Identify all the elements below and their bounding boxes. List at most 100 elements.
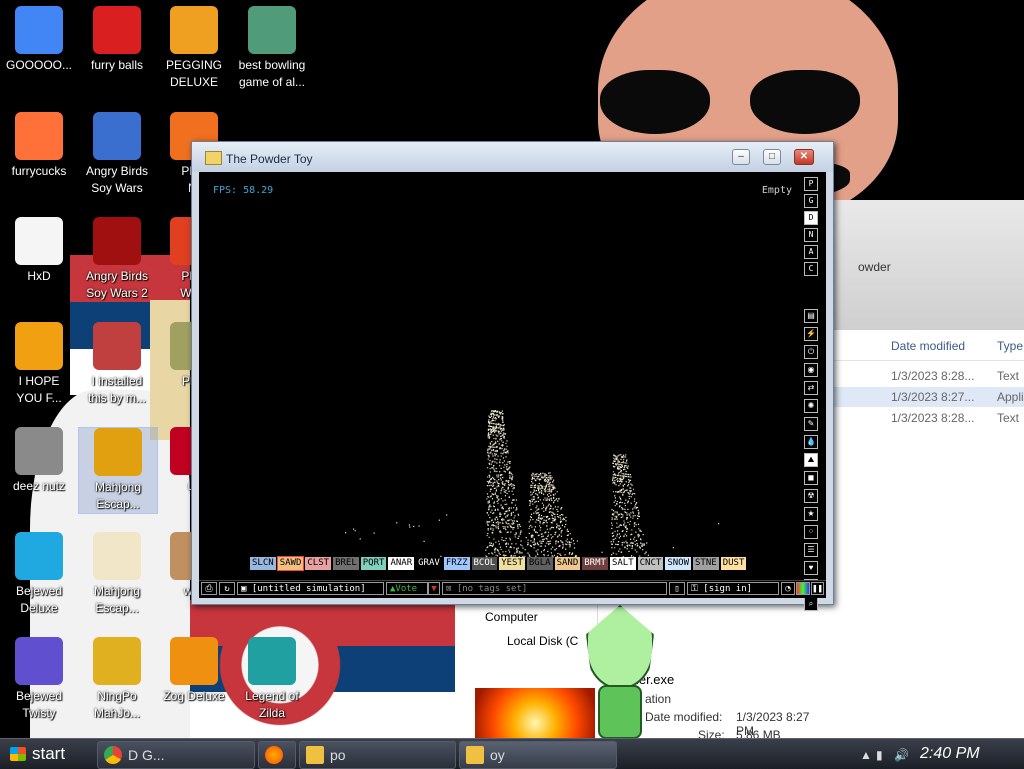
column-type[interactable]: Type <box>997 339 1023 353</box>
volume-icon[interactable]: 🔊 <box>894 748 909 762</box>
display-button-n[interactable]: N <box>804 228 818 242</box>
powder-toy-titlebar[interactable]: The Powder Toy – □ ✕ <box>192 142 833 172</box>
taskbar-item-explorer[interactable]: po <box>299 741 456 769</box>
explosives-category-icon[interactable]: ✺ <box>804 399 818 413</box>
clock[interactable]: 2:40 PM <box>920 739 980 769</box>
maximize-button[interactable]: □ <box>763 149 781 165</box>
element-clst[interactable]: CLST <box>305 557 332 570</box>
special-category-icon[interactable]: ★ <box>804 507 818 521</box>
options-icon[interactable]: ▯ <box>669 582 685 595</box>
column-date-modified[interactable]: Date modified <box>891 339 965 353</box>
element-brel[interactable]: BREL <box>333 557 359 570</box>
taskbar-item-chrome[interactable]: D G... <box>97 741 255 769</box>
element-sand[interactable]: SAND <box>554 557 581 570</box>
zog-deluxe-desktop-shortcut[interactable]: Zog Deluxe <box>155 637 233 705</box>
element-slcn[interactable]: SLCN <box>250 557 276 570</box>
element-sawd[interactable]: SAWD <box>276 556 305 571</box>
taskbar-item-firefox[interactable] <box>258 741 296 769</box>
tag-button[interactable]: ⊠ [no tags set] <box>442 582 667 595</box>
mahjong-escape-icon <box>94 428 142 476</box>
element-yest[interactable]: YEST <box>499 557 525 570</box>
render-options-icon[interactable] <box>796 582 810 595</box>
walls-category-icon[interactable]: ▤ <box>804 309 818 323</box>
element-dust[interactable]: DUST <box>720 557 747 570</box>
bejeweled-deluxe-desktop-shortcut[interactable]: Bejewed Deluxe <box>0 532 78 617</box>
gases-category-icon[interactable]: ✎ <box>804 417 818 431</box>
element-frzz[interactable]: FRZZ <box>443 557 470 570</box>
vote-up-button[interactable]: ▲Vote <box>386 582 428 595</box>
pause-button[interactable]: ❚❚ <box>811 582 824 595</box>
close-button[interactable]: ✕ <box>794 149 814 165</box>
save-simulation-button[interactable]: ▣ [untitled simulation] <box>237 582 384 595</box>
taskbar-item-powder-toy[interactable]: oy <box>459 741 617 769</box>
file-row[interactable]: 1/3/2023 8:27... Appli <box>830 387 1024 407</box>
sensors-category-icon[interactable]: ◉ <box>804 363 818 377</box>
element-brmt[interactable]: BRMT <box>582 557 608 570</box>
explorer-breadcrumb[interactable]: owder <box>858 260 891 274</box>
legend-zilda-desktop-shortcut[interactable]: Legend of Zilda <box>233 637 311 722</box>
element-cnct[interactable]: CNCT <box>637 557 664 570</box>
file-row[interactable]: 1/3/2023 8:28... Text <box>830 408 1024 428</box>
installed-icon <box>93 322 141 370</box>
element-snow[interactable]: SNOW <box>665 557 691 570</box>
network-icon[interactable]: ▮ <box>876 748 883 762</box>
file-row[interactable]: 1/3/2023 8:28... Text <box>830 366 1024 386</box>
bowling-desktop-shortcut[interactable]: best bowling game of al... <box>233 6 311 91</box>
furry-balls-desktop-shortcut[interactable]: furry balls <box>78 6 156 74</box>
display-button-g[interactable]: G <box>804 194 818 208</box>
favorites-category-icon[interactable]: ♥ <box>804 561 818 575</box>
element-bcol[interactable]: BCOL <box>471 557 498 570</box>
show-hidden-icons[interactable]: ▲ <box>860 748 872 762</box>
sign-in-label: [sign in] <box>703 584 753 594</box>
element-stne[interactable]: STNE <box>693 557 719 570</box>
start-button[interactable]: start <box>0 739 90 769</box>
firefox-desktop-shortcut[interactable]: furrycucks <box>0 112 78 180</box>
display-button-c[interactable]: C <box>804 262 818 276</box>
desktop-icon-label: Bejewed Twisty <box>15 689 63 720</box>
life-category-icon[interactable]: ⁘ <box>804 525 818 539</box>
open-save-icon[interactable]: ⎙ <box>201 582 217 595</box>
explorer-header: owder <box>830 200 1024 330</box>
desktop-icon-label: HxD <box>27 269 51 283</box>
desktop-icon-label: furrycucks <box>11 164 67 178</box>
simulation-canvas[interactable]: FPS: 58.29 Empty PGDNAC ▤ ⚡ ⏻ ◉ ⇄ ✺ ✎ 💧 … <box>199 172 826 611</box>
minimize-button[interactable]: – <box>732 149 750 165</box>
angry-birds-2-desktop-shortcut[interactable]: Angry Birds Soy Wars 2 <box>78 217 156 302</box>
display-mode-buttons: PGDNAC <box>804 177 818 279</box>
bejeweled-twisty-desktop-shortcut[interactable]: Bejewed Twisty <box>0 637 78 722</box>
sign-in-button[interactable]: ⚿ [sign in] <box>687 582 779 595</box>
powders-category-icon[interactable]: ⛰ <box>804 453 818 467</box>
vote-down-button[interactable]: ▼ <box>428 582 440 595</box>
display-button-p[interactable]: P <box>804 177 818 191</box>
element-bgla[interactable]: BGLA <box>526 557 553 570</box>
pegging-deluxe-desktop-shortcut[interactable]: PEGGING DELUXE <box>155 6 233 91</box>
tools-category-icon[interactable]: ☰ <box>804 543 818 557</box>
electronics-category-icon[interactable]: ⚡ <box>804 327 818 341</box>
display-button-d[interactable]: D <box>804 211 818 225</box>
ningpo-desktop-shortcut[interactable]: NingPo MahJo... <box>78 637 156 722</box>
angry-birds-desktop-shortcut[interactable]: Angry Birds Soy Wars <box>78 112 156 197</box>
clear-sim-icon[interactable]: ◔ <box>781 582 795 595</box>
element-pqrt[interactable]: PQRT <box>360 557 387 570</box>
element-grav[interactable]: GRAV <box>416 557 442 570</box>
mahjong-escape-desktop-shortcut[interactable]: Mahjong Escap... <box>78 427 158 514</box>
mahjong-escape-2-desktop-shortcut[interactable]: Mahjong Escap... <box>78 532 156 617</box>
deez-desktop-shortcut[interactable]: deez nutz <box>0 427 78 495</box>
de-desktop-shortcut[interactable]: I HOPE YOU F... <box>0 322 78 407</box>
radioactive-category-icon[interactable]: ☢ <box>804 489 818 503</box>
liquids-category-icon[interactable]: 💧 <box>804 435 818 449</box>
reload-icon[interactable]: ↻ <box>219 582 235 595</box>
force-category-icon[interactable]: ⇄ <box>804 381 818 395</box>
element-salt[interactable]: SALT <box>609 557 636 570</box>
power-category-icon[interactable]: ⏻ <box>804 345 818 359</box>
element-anar[interactable]: ANAR <box>388 557 415 570</box>
desktop-icon-label: Bejewed Deluxe <box>15 584 63 615</box>
hxd-desktop-shortcut[interactable]: HxD <box>0 217 78 285</box>
solids-category-icon[interactable]: ◼ <box>804 471 818 485</box>
display-button-a[interactable]: A <box>804 245 818 259</box>
installed-desktop-shortcut[interactable]: I installed this by m... <box>78 322 156 407</box>
chrome-desktop-shortcut[interactable]: GOOOOO... <box>0 6 78 74</box>
nav-local-disk[interactable]: Local Disk (C <box>507 634 578 648</box>
nav-computer[interactable]: Computer <box>485 610 538 624</box>
search-category-icon[interactable]: ⌕ <box>804 597 818 611</box>
